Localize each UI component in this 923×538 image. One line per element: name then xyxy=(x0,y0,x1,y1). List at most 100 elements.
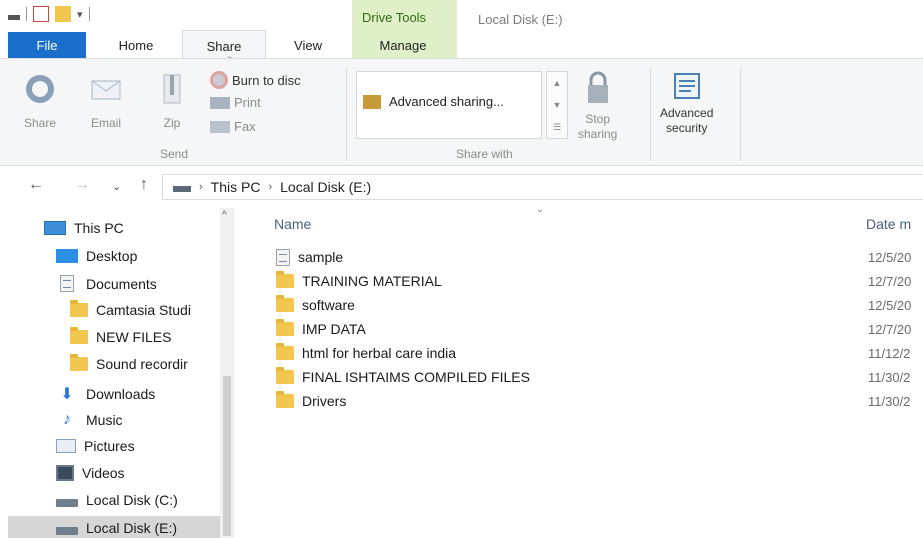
folder-icon xyxy=(70,354,88,371)
file-name: software xyxy=(302,297,355,313)
nav-item-desktop[interactable]: Desktop xyxy=(56,248,137,264)
nav-item-label: Pictures xyxy=(84,438,135,454)
nav-item-label: NEW FILES xyxy=(96,329,172,345)
nav-item-local-disk-e[interactable]: Local Disk (E:) xyxy=(8,516,220,538)
email-icon xyxy=(91,80,121,100)
new-folder-icon[interactable] xyxy=(55,6,71,22)
scroll-down-icon[interactable]: ▼ xyxy=(547,94,567,116)
send-group-label: Send xyxy=(160,147,189,161)
file-row-final-ishtaims[interactable]: FINAL ISHTAIMS COMPILED FILES 11/30/2 xyxy=(276,366,923,388)
stop-sharing-label: Stop sharing xyxy=(578,112,617,142)
drive-icon xyxy=(56,527,78,535)
qat-separator xyxy=(26,7,27,21)
qat-separator-2 xyxy=(88,7,90,21)
breadcrumb-this-pc[interactable]: This PC xyxy=(211,179,261,195)
file-row-drivers[interactable]: Drivers 11/30/2 xyxy=(276,390,923,412)
burn-to-disc-label: Burn to disc xyxy=(232,72,301,88)
nav-scrollbar-thumb[interactable] xyxy=(223,376,231,536)
recent-locations-chevron-icon[interactable]: ⌄ xyxy=(112,180,121,193)
tab-file[interactable]: File xyxy=(8,32,86,60)
print-button[interactable]: Print xyxy=(210,95,261,110)
properties-icon[interactable] xyxy=(33,6,49,22)
burn-to-disc-button[interactable]: Burn to disc xyxy=(210,71,301,89)
breadcrumb-chevron-icon[interactable]: › xyxy=(268,181,272,193)
email-button-label: Email xyxy=(90,116,121,130)
lock-icon xyxy=(587,71,608,103)
customize-qat-icon[interactable]: ▾ xyxy=(77,8,83,21)
nav-item-label: Desktop xyxy=(86,248,138,264)
file-list: ⌄ Name Date m sample 12/5/20 TRAINING MA… xyxy=(246,204,923,538)
file-row-sample[interactable]: sample 12/5/20 xyxy=(276,246,923,268)
nav-item-documents[interactable]: Documents xyxy=(56,275,157,292)
advanced-security-line1: Advanced xyxy=(660,106,714,120)
breadcrumb-local-disk-e[interactable]: Local Disk (E:) xyxy=(280,179,371,195)
advanced-security-label: Advanced security xyxy=(660,106,713,136)
file-row-html-herbal-care[interactable]: html for herbal care india 11/12/2 xyxy=(276,342,923,364)
scroll-up-arrow-icon[interactable]: ^ xyxy=(222,210,227,221)
file-date: 12/5/20 xyxy=(868,249,912,265)
advanced-sharing-item[interactable]: Advanced sharing... xyxy=(363,94,504,109)
group-separator-3 xyxy=(740,67,741,161)
window-menu-icon[interactable] xyxy=(8,14,20,20)
nav-item-downloads[interactable]: ⬇ Downloads xyxy=(56,384,155,404)
file-row-training-material[interactable]: TRAINING MATERIAL 12/7/20 xyxy=(276,270,923,292)
fax-button[interactable]: Fax xyxy=(210,119,256,134)
nav-item-camtasia-studio[interactable]: Camtasia Studi xyxy=(70,300,191,318)
security-icon xyxy=(673,73,700,99)
share-button[interactable]: Share xyxy=(22,71,58,130)
music-note-icon: ♪ xyxy=(63,411,71,428)
file-name: IMP DATA xyxy=(302,321,366,337)
tab-manage[interactable]: Manage xyxy=(356,32,450,60)
expand-icon[interactable]: ☰ xyxy=(547,116,567,138)
drive-icon xyxy=(173,186,191,192)
advanced-sharing-label: Advanced sharing... xyxy=(389,94,504,109)
zip-button[interactable]: Zip xyxy=(158,71,186,130)
pictures-icon xyxy=(56,439,76,453)
computer-icon xyxy=(44,221,66,235)
nav-item-new-files[interactable]: NEW FILES xyxy=(70,327,172,345)
column-header-date-modified[interactable]: Date m xyxy=(866,216,911,232)
folder-icon xyxy=(70,300,88,317)
window-title: Local Disk (E:) xyxy=(478,12,563,27)
folder-icon xyxy=(276,343,294,360)
fax-label: Fax xyxy=(234,119,256,134)
share-with-group-label: Share with xyxy=(456,147,513,161)
nav-item-this-pc[interactable]: This PC xyxy=(44,220,124,236)
share-with-list[interactable]: Advanced sharing... xyxy=(356,71,542,139)
share-list-scroller[interactable]: ▲ ▼ ☰ xyxy=(546,71,568,139)
nav-item-videos[interactable]: Videos xyxy=(56,465,125,481)
nav-item-music[interactable]: ♪ Music xyxy=(56,411,123,429)
nav-item-local-disk-c[interactable]: Local Disk (C:) xyxy=(56,492,178,508)
nav-item-sound-recordings[interactable]: Sound recordir xyxy=(70,354,188,372)
column-header-name[interactable]: Name xyxy=(274,216,311,232)
address-bar-row: ← → ⌄ ↑ › This PC › Local Disk (E:) xyxy=(0,168,923,204)
advanced-security-button[interactable]: Advanced security xyxy=(660,71,713,136)
file-row-software[interactable]: software 12/5/20 xyxy=(276,294,923,316)
stop-sharing-line1: Stop xyxy=(585,112,611,126)
folder-icon xyxy=(276,391,294,408)
group-separator-2 xyxy=(650,67,651,161)
nav-item-label: Local Disk (C:) xyxy=(86,492,178,508)
up-arrow-icon[interactable]: ↑ xyxy=(140,176,148,194)
forward-arrow-icon[interactable]: → xyxy=(74,176,90,194)
email-button[interactable]: Email xyxy=(88,71,124,130)
document-icon xyxy=(276,248,290,266)
breadcrumb-chevron-icon[interactable]: › xyxy=(199,181,203,193)
share-button-label: Share xyxy=(23,116,57,130)
fax-icon xyxy=(210,120,230,133)
nav-item-label: This PC xyxy=(74,220,124,236)
nav-item-label: Sound recordir xyxy=(96,356,188,372)
scroll-up-icon[interactable]: ▲ xyxy=(547,72,567,94)
folder-icon xyxy=(70,327,88,344)
tab-view[interactable]: View xyxy=(278,32,338,60)
address-box[interactable]: › This PC › Local Disk (E:) xyxy=(162,174,923,200)
tab-home[interactable]: Home xyxy=(104,32,168,60)
folder-icon xyxy=(276,367,294,384)
file-row-imp-data[interactable]: IMP DATA 12/7/20 xyxy=(276,318,923,340)
nav-item-label: Downloads xyxy=(86,386,156,402)
tab-share[interactable]: Share xyxy=(182,30,266,60)
back-arrow-icon[interactable]: ← xyxy=(28,176,44,194)
stop-sharing-button[interactable]: Stop sharing xyxy=(578,71,617,142)
nav-item-pictures[interactable]: Pictures xyxy=(56,438,135,454)
file-date: 11/30/2 xyxy=(868,369,911,385)
